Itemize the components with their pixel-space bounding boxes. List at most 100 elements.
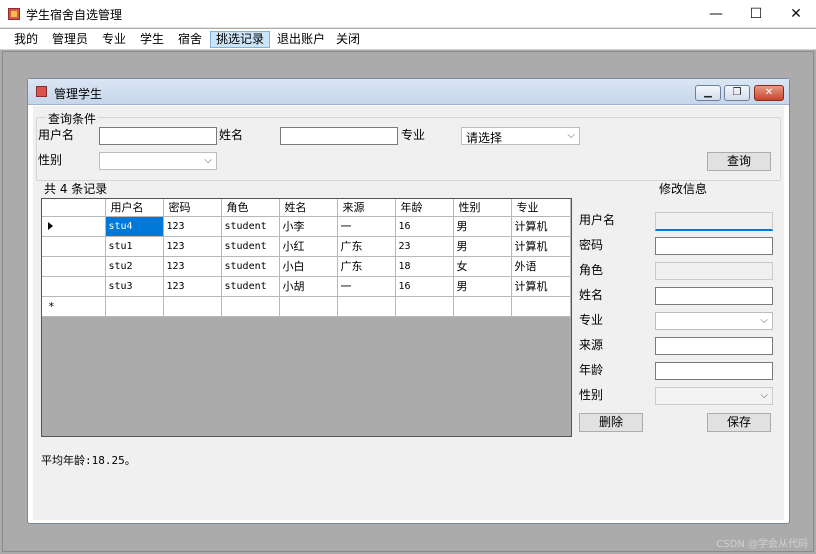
edit-major-select[interactable]: ⌵ xyxy=(655,312,773,330)
manage-students-window: 管理学生 ▁ ❐ ✕ 查询条件 用户名 姓名 专业 请选择 ⌵ 性别 ⌵ 查询 … xyxy=(27,78,790,524)
row-header[interactable] xyxy=(42,276,106,297)
table-cell[interactable]: stu3 xyxy=(105,276,164,297)
query-major-value: 请选择 xyxy=(466,131,503,145)
column-header-age[interactable]: 年龄 xyxy=(395,199,454,217)
table-cell[interactable]: 男 xyxy=(453,236,512,257)
menu-item-mine[interactable]: 我的 xyxy=(9,31,43,48)
table-cell[interactable]: 计算机 xyxy=(511,276,571,297)
minimize-icon[interactable]: — xyxy=(696,0,736,28)
table-cell[interactable]: 小白 xyxy=(279,256,338,277)
query-major-select[interactable]: 请选择 ⌵ xyxy=(461,127,580,145)
table-cell[interactable]: student xyxy=(221,256,280,277)
column-header-name[interactable]: 姓名 xyxy=(279,199,338,217)
table-cell[interactable]: student xyxy=(221,216,280,237)
table-row[interactable]: stu3 123 student 小胡 一 16 男 计算机 xyxy=(42,276,571,297)
table-cell[interactable]: 18 xyxy=(395,256,454,277)
table-cell[interactable] xyxy=(163,296,222,317)
edit-password-input[interactable] xyxy=(655,237,773,255)
menu-item-dorm[interactable]: 宿舍 xyxy=(173,31,207,48)
child-title: 管理学生 xyxy=(54,87,103,101)
table-cell[interactable]: 广东 xyxy=(337,256,396,277)
chevron-down-icon: ⌵ xyxy=(567,130,575,141)
table-cell[interactable]: 16 xyxy=(395,216,454,237)
grid-corner xyxy=(42,199,106,217)
table-cell[interactable]: stu1 xyxy=(105,236,164,257)
menu-item-close[interactable]: 关闭 xyxy=(331,31,365,48)
table-cell[interactable]: 一 xyxy=(337,276,396,297)
table-cell[interactable]: student xyxy=(221,276,280,297)
edit-role-input[interactable] xyxy=(655,262,773,280)
menu-item-admin[interactable]: 管理员 xyxy=(47,31,93,48)
child-minimize-icon[interactable]: ▁ xyxy=(695,85,721,101)
menu-item-student[interactable]: 学生 xyxy=(135,31,169,48)
table-cell[interactable]: 外语 xyxy=(511,256,571,277)
child-close-icon[interactable]: ✕ xyxy=(754,85,784,101)
menu-bar: 我的 管理员 专业 学生 宿舍 挑选记录 退出账户 关闭 xyxy=(0,29,816,50)
table-cell[interactable]: 123 xyxy=(163,236,222,257)
query-username-input[interactable] xyxy=(99,127,217,145)
child-body: 查询条件 用户名 姓名 专业 请选择 ⌵ 性别 ⌵ 查询 共 4 条记录 修改信… xyxy=(33,106,784,520)
current-row-arrow-icon xyxy=(48,221,53,230)
table-cell[interactable]: 广东 xyxy=(337,236,396,257)
table-cell[interactable] xyxy=(395,296,454,317)
table-cell[interactable] xyxy=(511,296,571,317)
table-cell[interactable]: 小红 xyxy=(279,236,338,257)
maximize-icon[interactable]: ☐ xyxy=(736,0,776,28)
query-name-label: 姓名 xyxy=(219,128,244,142)
table-cell[interactable]: 23 xyxy=(395,236,454,257)
new-row[interactable]: * xyxy=(42,296,571,317)
table-row[interactable]: stu1 123 student 小红 广东 23 男 计算机 xyxy=(42,236,571,257)
table-cell[interactable] xyxy=(279,296,338,317)
table-row[interactable]: stu2 123 student 小白 广东 18 女 外语 xyxy=(42,256,571,277)
row-header[interactable] xyxy=(42,236,106,257)
column-header-password[interactable]: 密码 xyxy=(163,199,222,217)
table-cell[interactable]: student xyxy=(221,236,280,257)
table-cell[interactable] xyxy=(337,296,396,317)
table-cell[interactable] xyxy=(105,296,164,317)
table-cell[interactable]: 男 xyxy=(453,276,512,297)
table-cell[interactable]: stu2 xyxy=(105,256,164,277)
table-cell[interactable]: 女 xyxy=(453,256,512,277)
row-header-current[interactable] xyxy=(42,216,106,237)
edit-gender-select[interactable]: ⌵ xyxy=(655,387,773,405)
query-gender-select[interactable]: ⌵ xyxy=(99,152,217,170)
edit-age-input[interactable] xyxy=(655,362,773,380)
row-header[interactable] xyxy=(42,256,106,277)
edit-username-input[interactable] xyxy=(655,212,773,231)
menu-item-major[interactable]: 专业 xyxy=(97,31,131,48)
table-cell[interactable]: 计算机 xyxy=(511,216,571,237)
table-cell[interactable] xyxy=(221,296,280,317)
column-header-role[interactable]: 角色 xyxy=(221,199,280,217)
close-icon[interactable]: ✕ xyxy=(776,0,816,28)
row-header-new[interactable]: * xyxy=(42,296,106,317)
table-cell[interactable]: 123 xyxy=(163,216,222,237)
search-button[interactable]: 查询 xyxy=(707,152,771,171)
table-cell[interactable]: 16 xyxy=(395,276,454,297)
table-cell[interactable]: 小李 xyxy=(279,216,338,237)
table-cell[interactable]: 123 xyxy=(163,276,222,297)
column-header-origin[interactable]: 来源 xyxy=(337,199,396,217)
table-cell[interactable]: 123 xyxy=(163,256,222,277)
table-cell[interactable]: 一 xyxy=(337,216,396,237)
child-restore-icon[interactable]: ❐ xyxy=(724,85,750,101)
table-cell[interactable]: 男 xyxy=(453,216,512,237)
edit-name-label: 姓名 xyxy=(579,288,604,302)
table-cell[interactable]: 小胡 xyxy=(279,276,338,297)
delete-button[interactable]: 删除 xyxy=(579,413,643,432)
column-header-major[interactable]: 专业 xyxy=(511,199,571,217)
column-header-gender[interactable]: 性别 xyxy=(453,199,512,217)
table-cell[interactable]: stu4 xyxy=(105,216,164,237)
menu-item-selection-records[interactable]: 挑选记录 xyxy=(210,31,271,48)
menu-item-logout[interactable]: 退出账户 xyxy=(272,31,330,48)
students-grid[interactable]: 用户名 密码 角色 姓名 来源 年龄 性别 专业 stu4 123 studen… xyxy=(41,198,572,437)
edit-origin-input[interactable] xyxy=(655,337,773,355)
query-name-input[interactable] xyxy=(280,127,398,145)
chevron-down-icon: ⌵ xyxy=(204,155,212,166)
table-cell[interactable]: 计算机 xyxy=(511,236,571,257)
table-cell[interactable] xyxy=(453,296,512,317)
table-row[interactable]: stu4 123 student 小李 一 16 男 计算机 xyxy=(42,216,571,237)
column-header-username[interactable]: 用户名 xyxy=(105,199,164,217)
edit-name-input[interactable] xyxy=(655,287,773,305)
save-button[interactable]: 保存 xyxy=(707,413,771,432)
query-gender-label: 性别 xyxy=(38,153,63,167)
